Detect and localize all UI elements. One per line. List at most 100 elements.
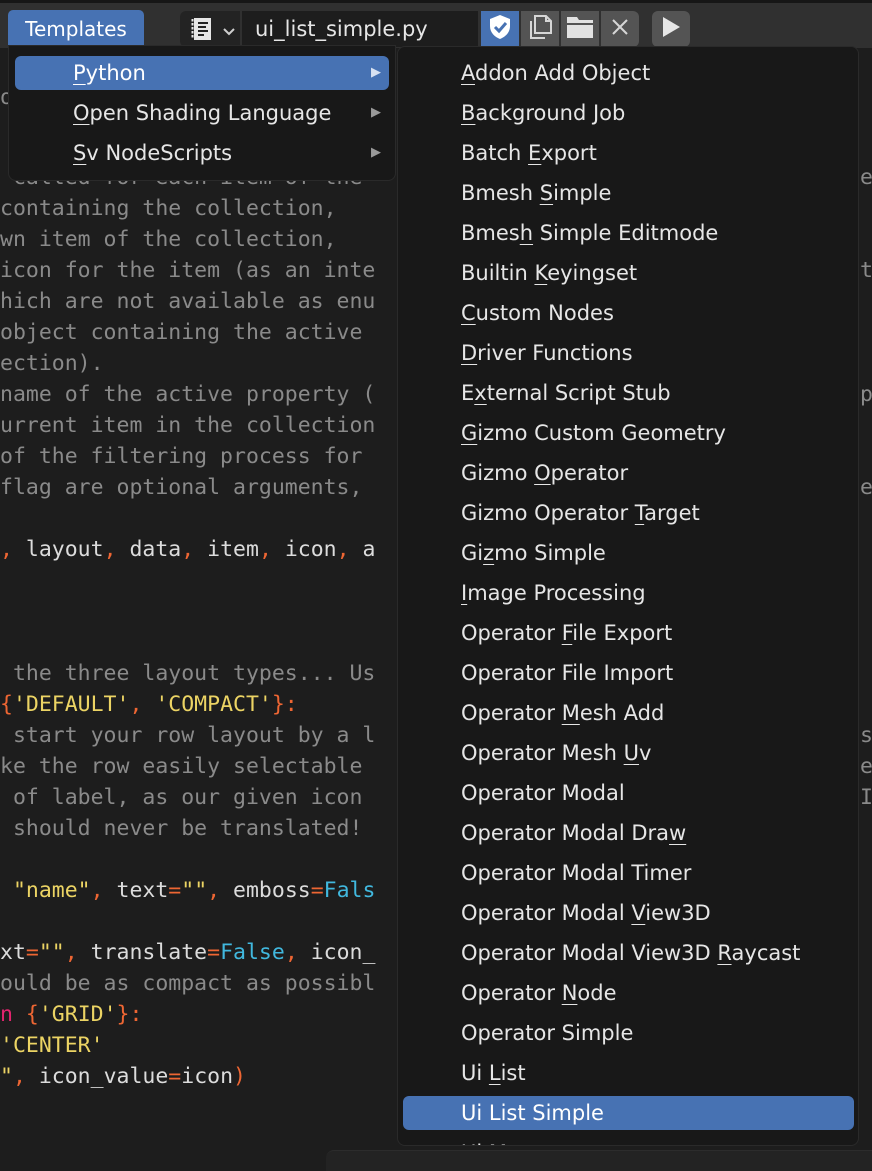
menu-item-label: Operator Mesh Uv [461, 741, 652, 765]
text-editor-header: Templates ui_list_simple.py [0, 0, 872, 48]
python-template-item-batch-export[interactable]: Batch Export [403, 136, 854, 170]
python-template-item-image-processing[interactable]: Image Processing [403, 576, 854, 610]
code-line: flag are optional arguments, [0, 473, 362, 503]
code-line-fragment: s [860, 723, 872, 748]
mnemonic-underline: M [561, 701, 580, 725]
submenu-arrow-icon: ▶ [371, 65, 381, 80]
code-token: , [181, 537, 195, 562]
code-line: , layout, data, item, icon, a [0, 535, 375, 565]
python-template-item-operator-mesh-uv[interactable]: Operator Mesh Uv [403, 736, 854, 770]
mnemonic-underline: S [539, 181, 554, 205]
code-token: xt [0, 940, 26, 965]
code-token: data [116, 537, 182, 562]
templates-menu-item-open-shading-language[interactable]: Open Shading Language ▶ [15, 96, 389, 130]
python-template-item-addon-add-object[interactable]: Addon Add Object [403, 56, 854, 90]
mnemonic-underline: D [461, 341, 478, 365]
python-template-item-bmesh-simple-editmode[interactable]: Bmesh Simple Editmode [403, 216, 854, 250]
code-token: emboss [220, 878, 311, 903]
code-line-fragment: p [860, 382, 872, 407]
python-template-item-driver-functions[interactable]: Driver Functions [403, 336, 854, 370]
code-token: ection). [0, 351, 104, 376]
python-template-item-operator-node[interactable]: Operator Node [403, 976, 854, 1010]
code-token: , [207, 878, 221, 903]
code-line: the three layout types... Us [0, 659, 375, 689]
menu-item-label: External Script Stub [461, 381, 671, 405]
python-template-item-custom-nodes[interactable]: Custom Nodes [403, 296, 854, 330]
mnemonic-underline: L [488, 1061, 501, 1085]
duplicate-text-button[interactable] [521, 11, 559, 47]
code-token: 'DEFAULT' [12, 692, 130, 717]
code-token: , [12, 1064, 26, 1089]
python-template-item-builtin-keyingset[interactable]: Builtin Keyingset [403, 256, 854, 290]
code-token: translate [77, 940, 208, 965]
templates-menu-item-python[interactable]: Python ▶ [15, 56, 389, 90]
templates-menu-button[interactable]: Templates [8, 10, 144, 48]
code-token: , [129, 692, 156, 717]
duplicate-icon [526, 13, 554, 45]
python-template-item-operator-mesh-add[interactable]: Operator Mesh Add [403, 696, 854, 730]
python-template-item-gizmo-custom-geometry[interactable]: Gizmo Custom Geometry [403, 416, 854, 450]
mnemonic-underline: S [73, 141, 87, 165]
code-token: Fals [323, 878, 376, 903]
code-token: , [103, 537, 117, 562]
menu-item-label: Bmesh Simple Editmode [461, 221, 719, 245]
code-token: = [207, 940, 221, 965]
trust-script-button[interactable] [481, 11, 519, 47]
python-template-item-operator-modal-view3d-raycast[interactable]: Operator Modal View3D Raycast [403, 936, 854, 970]
unlink-text-button[interactable] [601, 11, 639, 47]
python-template-item-gizmo-simple[interactable]: Gizmo Simple [403, 536, 854, 570]
code-token: should never be translated! [0, 816, 363, 841]
mnemonic-underline: I [461, 581, 468, 605]
menu-item-label: Sv NodeScripts [73, 141, 233, 165]
python-template-item-operator-modal-timer[interactable]: Operator Modal Timer [403, 856, 854, 890]
python-template-item-operator-modal-draw[interactable]: Operator Modal Draw [403, 816, 854, 850]
code-token: start your row layout by a l [0, 723, 376, 748]
code-token: containing the collection, [0, 196, 337, 221]
code-line: wn item of the collection, [0, 225, 337, 255]
code-line: {'DEFAULT', 'COMPACT'}: [0, 690, 298, 720]
templates-menu-item-sv-nodescripts[interactable]: Sv NodeScripts ▶ [15, 136, 389, 170]
mnemonic-underline: A [461, 61, 475, 85]
code-line: should never be translated! [0, 814, 363, 844]
code-line: icon for the item (as an inte [0, 256, 375, 286]
code-token: hich are not available as enu [0, 289, 376, 314]
code-token: urrent item in the collection [0, 413, 376, 438]
menu-item-label: Operator Modal View3D [461, 901, 711, 925]
python-template-item-ui-list-simple[interactable]: Ui List Simple [403, 1096, 854, 1130]
run-script-button[interactable] [652, 11, 690, 47]
python-template-item-operator-simple[interactable]: Operator Simple [403, 1016, 854, 1050]
code-line: ", icon_value=icon) [0, 1062, 246, 1092]
python-template-item-ui-list[interactable]: Ui List [403, 1056, 854, 1090]
python-template-item-operator-modal-view3d[interactable]: Operator Modal View3D [403, 896, 854, 930]
code-token: = [168, 1064, 182, 1089]
python-template-item-background-job[interactable]: Background Job [403, 96, 854, 130]
mnemonic-underline: N [561, 981, 578, 1005]
mnemonic-underline: w [669, 821, 687, 845]
python-template-item-operator-modal[interactable]: Operator Modal [403, 776, 854, 810]
code-line-fragment: e [860, 754, 872, 779]
code-line: ould be as compact as possibl [0, 969, 375, 999]
code-token: icon_value [25, 1064, 169, 1089]
menu-item-label: Ui Menu [461, 1141, 547, 1145]
mnemonic-underline: G [461, 421, 478, 445]
python-template-item-ui-menu[interactable]: Ui Menu [403, 1136, 854, 1145]
python-template-item-gizmo-operator[interactable]: Gizmo Operator [403, 456, 854, 490]
menu-item-label: Gizmo Simple [461, 541, 606, 565]
python-template-item-bmesh-simple[interactable]: Bmesh Simple [403, 176, 854, 210]
menu-item-label: Ui List [461, 1061, 526, 1085]
python-template-item-operator-file-export[interactable]: Operator File Export [403, 616, 854, 650]
code-token: text [103, 878, 169, 903]
mnemonic-underline: h [519, 221, 534, 245]
code-token: layout [12, 537, 104, 562]
python-template-item-operator-file-import[interactable]: Operator File Import [403, 656, 854, 690]
text-name-field[interactable]: ui_list_simple.py [242, 11, 478, 47]
menu-item-label: Operator Modal Draw [461, 821, 687, 845]
open-text-button[interactable] [561, 11, 599, 47]
python-template-item-external-script-stub[interactable]: External Script Stub [403, 376, 854, 410]
code-token: 'GRID' [38, 1002, 117, 1027]
menu-item-label: Bmesh Simple [461, 181, 612, 205]
python-template-item-gizmo-operator-target[interactable]: Gizmo Operator Target [403, 496, 854, 530]
menu-item-label: Python [73, 61, 146, 85]
text-datablock-selector[interactable] [180, 11, 240, 47]
code-line: containing the collection, [0, 194, 337, 224]
